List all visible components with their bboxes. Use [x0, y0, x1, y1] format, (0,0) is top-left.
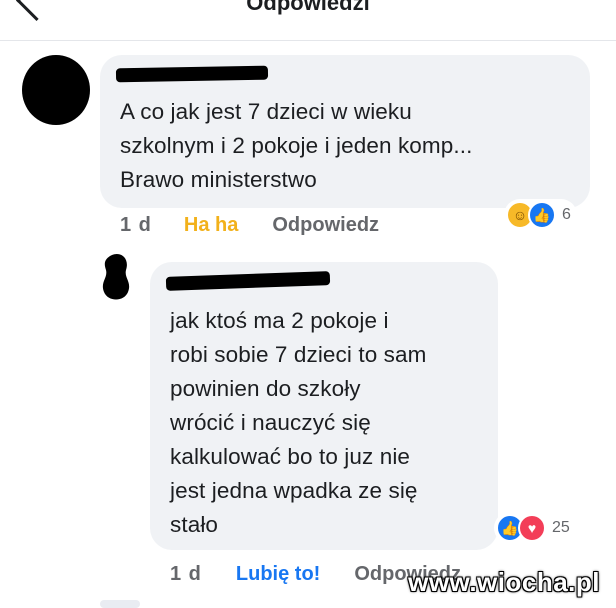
redacted-author-name[interactable] — [165, 271, 331, 291]
comment-time: 1 d — [120, 214, 152, 236]
avatar[interactable] — [22, 55, 90, 125]
reaction-action-button[interactable]: Ha ha — [184, 214, 238, 237]
comment-actions: 1 d Ha ha Odpowiedz — [120, 214, 379, 237]
redacted-author-name[interactable] — [115, 65, 269, 83]
page-title: Odpowiedzi — [246, 0, 370, 15]
love-icon: ♥ — [518, 514, 546, 542]
comment-bubble: jak ktoś ma 2 pokoje i robi sobie 7 dzie… — [150, 262, 498, 550]
reaction-summary[interactable]: ☺ 👍 6 — [504, 199, 577, 231]
header-bar: Odpowiedzi — [0, 0, 616, 41]
like-icon: 👍 — [528, 201, 556, 229]
reply-button[interactable]: Odpowiedz — [272, 214, 379, 237]
reaction-count: 25 — [552, 519, 570, 536]
comment-text: jak ktoś ma 2 pokoje i robi sobie 7 dzie… — [170, 308, 427, 537]
comment-bubble: A co jak jest 7 dzieci w wieku szkolnym … — [100, 55, 590, 208]
next-item-stub — [100, 600, 140, 608]
watermark: www.wiocha.pl — [408, 567, 600, 597]
reaction-summary[interactable]: 👍 ♥ 25 — [494, 512, 576, 544]
avatar[interactable] — [100, 252, 134, 302]
comment-text: A co jak jest 7 dzieci w wieku szkolnym … — [120, 99, 473, 192]
reaction-action-button[interactable]: Lubię to! — [236, 563, 320, 586]
reaction-count: 6 — [562, 206, 571, 223]
comment-time: 1 d — [170, 563, 202, 585]
